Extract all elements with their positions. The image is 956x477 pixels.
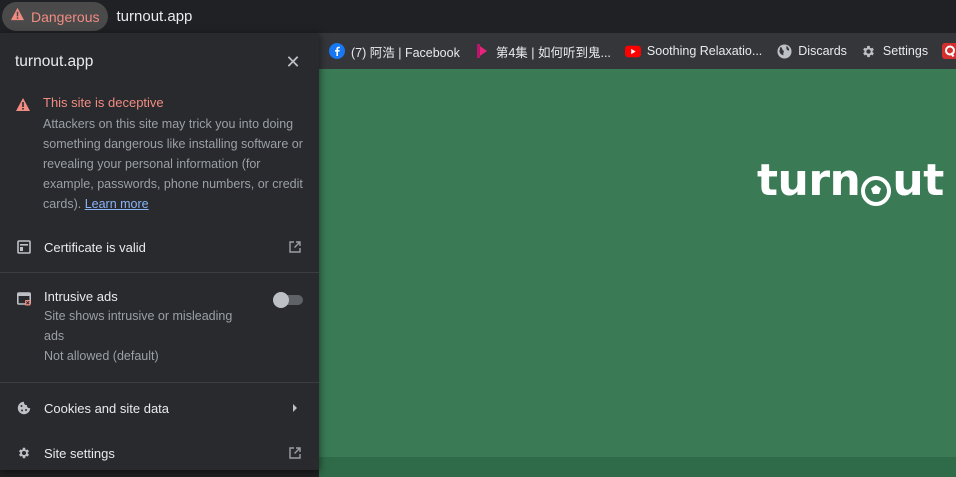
security-chip[interactable]: Dangerous (2, 2, 108, 31)
site-settings-row[interactable]: Site settings (0, 433, 319, 473)
warning-icon (10, 7, 25, 26)
close-icon[interactable]: ✕ (283, 52, 303, 72)
turnout-logo: turn ut (757, 155, 944, 206)
logo-text-start: turn (757, 155, 861, 206)
bookmark-youtube[interactable]: Soothing Relaxatio... (624, 43, 763, 59)
deceptive-warning: This site is deceptive Attackers on this… (0, 91, 319, 214)
address-bar: Dangerous turnout.app (0, 0, 956, 33)
warning-icon (15, 95, 31, 214)
bookmark-label: (7) 阿浩 | Facebook (351, 45, 460, 60)
certificate-label: Certificate is valid (44, 239, 146, 255)
warning-title: This site is deceptive (43, 95, 164, 110)
external-link-icon (287, 241, 303, 253)
intrusive-ads-toggle[interactable] (273, 291, 303, 308)
youtube-icon (624, 43, 641, 59)
bookmark-facebook[interactable]: (7) 阿浩 | Facebook (329, 42, 460, 61)
learn-more-link[interactable]: Learn more (85, 197, 149, 211)
logo-text-end: ut (892, 155, 944, 206)
certificate-icon (16, 239, 32, 255)
bookmark-settings[interactable]: Settings (861, 43, 928, 59)
arrow-right-icon (287, 403, 303, 413)
url-text[interactable]: turnout.app (117, 8, 193, 25)
bookmark-label: Settings (882, 44, 929, 58)
site-info-popup: turnout.app ✕ This site is deceptive Att… (0, 33, 319, 470)
page-content: turn ut (319, 69, 956, 477)
bookmark-bilibili[interactable]: 第4集 | 如何听到鬼... (474, 42, 611, 61)
intrusive-ads-row: Intrusive ads Site shows intrusive or mi… (0, 273, 319, 382)
quora-icon (942, 43, 956, 59)
cookies-label: Cookies and site data (44, 400, 170, 416)
globe-icon (776, 43, 792, 59)
facebook-icon (329, 43, 345, 59)
bookmark-label: 第4集 | 如何听到鬼... (495, 45, 611, 60)
gear-icon (16, 445, 32, 461)
cookies-row[interactable]: Cookies and site data (0, 383, 319, 433)
bookmark-quora[interactable] (942, 43, 956, 59)
bookmark-label: Discards (798, 44, 847, 58)
soccer-ball-icon (861, 166, 892, 206)
warning-description: Attackers on this site may trick you int… (43, 114, 303, 214)
bookmarks-bar: (7) 阿浩 | Facebook 第4集 | 如何听到鬼... Soothin… (319, 33, 956, 69)
bilibili-icon (474, 43, 490, 59)
site-settings-label: Site settings (44, 445, 115, 461)
toggle-knob (273, 292, 289, 308)
bookmark-discards[interactable]: Discards (776, 43, 847, 59)
intrusive-ads-status: Not allowed (default) (44, 349, 159, 363)
bookmark-label: Soothing Relaxatio... (646, 44, 763, 58)
popup-header: turnout.app ✕ (0, 33, 319, 91)
external-link-icon (287, 447, 303, 459)
popup-title: turnout.app (15, 53, 94, 70)
warning-description-text: Attackers on this site may trick you int… (43, 117, 303, 211)
intrusive-ads-icon (16, 291, 32, 307)
security-chip-label: Dangerous (31, 8, 100, 25)
intrusive-ads-description: Site shows intrusive or misleading ads (44, 309, 233, 343)
page-footer-band (319, 457, 956, 477)
gear-icon (861, 43, 877, 59)
cookie-icon (16, 400, 32, 416)
intrusive-ads-title: Intrusive ads (44, 289, 118, 304)
certificate-row[interactable]: Certificate is valid (0, 222, 319, 272)
